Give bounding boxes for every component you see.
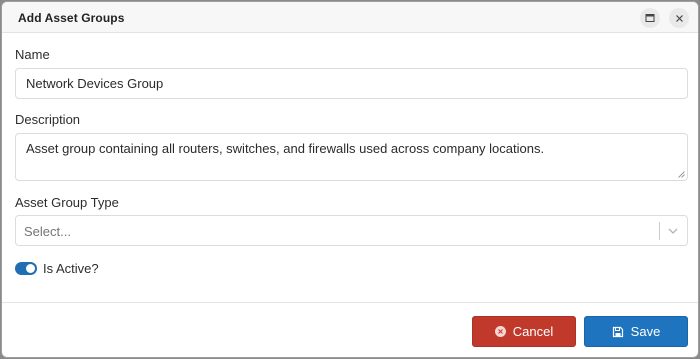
is-active-toggle[interactable] — [15, 262, 37, 275]
description-text: Asset group containing all routers, swit… — [26, 141, 545, 156]
cancel-button[interactable]: Cancel — [472, 316, 576, 347]
cancel-circle-icon — [494, 326, 506, 337]
footer-divider — [2, 302, 698, 303]
save-label: Save — [630, 324, 661, 339]
dialog-titlebar: Add Asset Groups — [2, 2, 698, 33]
close-icon — [675, 14, 683, 22]
toggle-knob — [26, 264, 35, 273]
description-label: Description — [15, 112, 81, 127]
select-placeholder: Select... — [24, 224, 71, 239]
name-input[interactable]: Network Devices Group — [15, 68, 688, 99]
asset-group-type-label: Asset Group Type — [15, 195, 119, 210]
save-icon — [612, 326, 623, 337]
select-separator — [659, 222, 660, 240]
is-active-label: Is Active? — [43, 261, 99, 276]
name-label: Name — [15, 47, 50, 62]
window-maximize-icon — [645, 14, 655, 22]
description-textarea[interactable]: Asset group containing all routers, swit… — [15, 133, 688, 181]
cancel-label: Cancel — [512, 324, 554, 339]
save-button[interactable]: Save — [584, 316, 688, 347]
chevron-down-icon[interactable] — [667, 225, 679, 237]
close-button[interactable] — [669, 8, 689, 28]
maximize-button[interactable] — [640, 8, 660, 28]
asset-group-type-select[interactable]: Select... — [15, 215, 688, 246]
dialog-title: Add Asset Groups — [18, 11, 125, 25]
resize-grip-icon[interactable] — [678, 171, 685, 178]
add-asset-groups-dialog: Add Asset Groups Name Network Devices Gr… — [1, 1, 699, 358]
